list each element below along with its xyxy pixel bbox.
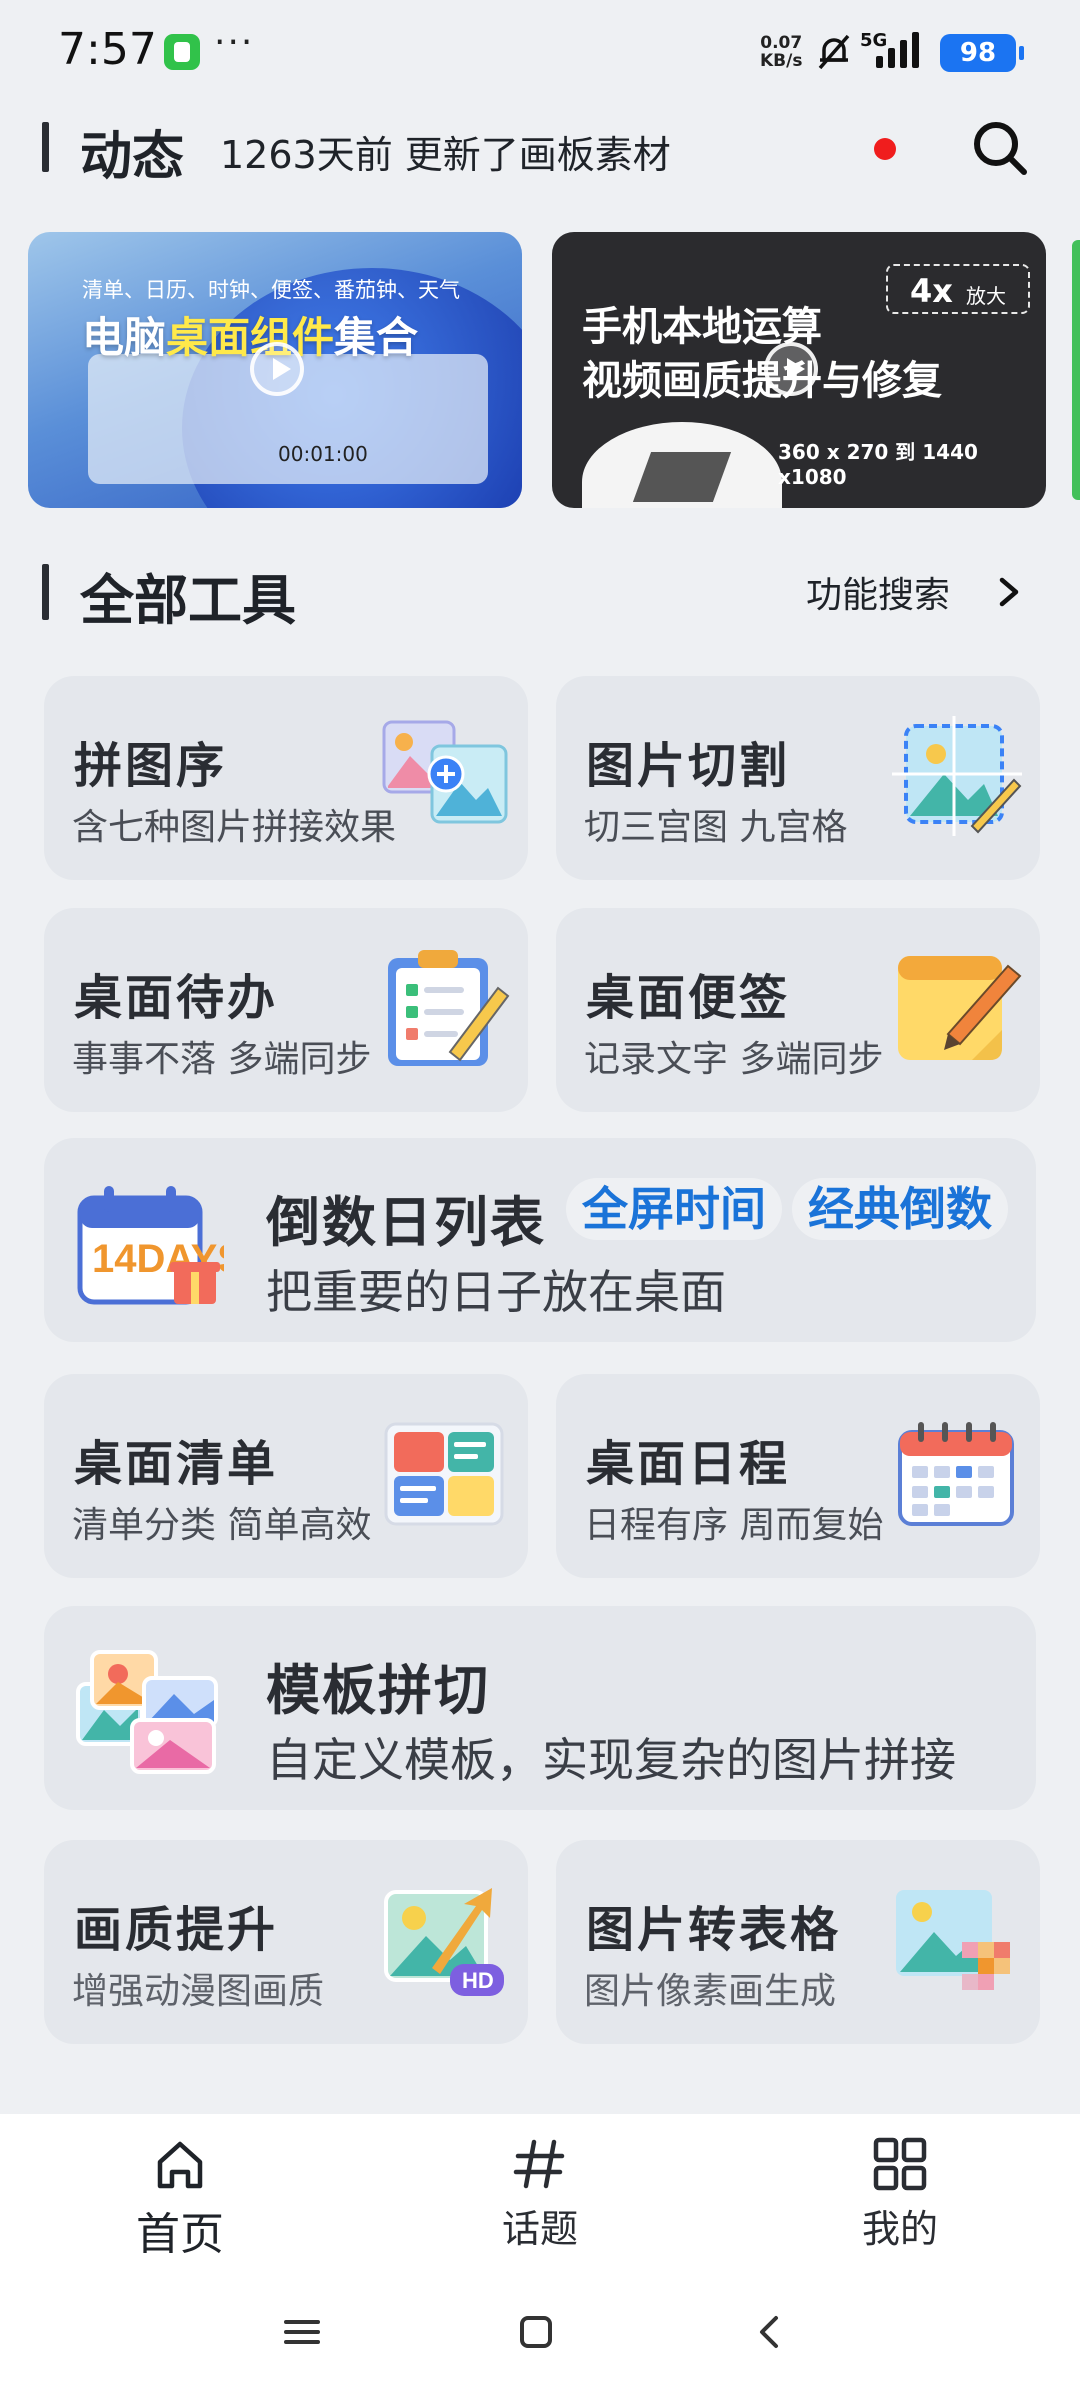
tool-card-subtitle: 记录文字 多端同步 xyxy=(584,1039,884,1080)
banner-title: 电脑桌面组件集合 xyxy=(82,304,418,365)
nav-topics-label: 话题 xyxy=(501,2207,578,2251)
zoom-badge-label: 放大 xyxy=(966,284,1006,308)
silent-bell-icon xyxy=(818,34,850,70)
nav-home-label: 首页 xyxy=(136,2209,224,2260)
zoom-badge: 4x 放大 xyxy=(886,264,1030,314)
hd-badge-text: HD xyxy=(462,1968,494,1993)
section-marker xyxy=(42,564,49,620)
tool-card-title: 桌面日程 xyxy=(586,1436,791,1492)
chevron-right-icon[interactable] xyxy=(994,572,1024,612)
nav-home[interactable]: 首页 xyxy=(80,2136,280,2266)
tool-card-title: 模板拼切 xyxy=(266,1659,490,1722)
tool-card-image-to-table[interactable]: 图片转表格 图片像素画生成 xyxy=(556,1840,1040,2044)
banner-title-highlight: 桌面组件 xyxy=(166,313,335,362)
tool-card-subtitle: 清单分类 简单高效 xyxy=(72,1505,372,1546)
tool-card-desktop-todo[interactable]: 桌面待办 事事不落 多端同步 xyxy=(44,908,528,1112)
dynamic-update-text[interactable]: 1263天前 更新了画板素材 xyxy=(220,124,671,179)
calendar-icon xyxy=(898,1422,1014,1526)
grid-icon xyxy=(873,2137,927,2191)
tool-card-subtitle: 增强动漫图画质 xyxy=(72,1971,325,2012)
home-button-icon[interactable] xyxy=(514,2310,558,2354)
bottom-navigation: 首页 话题 我的 xyxy=(0,2114,1080,2400)
tool-card-title: 桌面待办 xyxy=(74,970,279,1026)
back-icon[interactable] xyxy=(748,2310,792,2354)
home-icon xyxy=(157,2141,203,2189)
resolution-text: 360 x 270 到 1440 x1080 xyxy=(778,440,978,489)
status-time: 7:57 xyxy=(58,24,157,75)
dynamic-title: 动态 xyxy=(80,127,185,187)
tool-card-quality-enhance[interactable]: 画质提升 增强动漫图画质 HD xyxy=(44,1840,528,2044)
tool-card-desktop-checklist[interactable]: 桌面清单 清单分类 简单高效 xyxy=(44,1374,528,1578)
app-logo-graphic xyxy=(582,422,782,508)
tool-card-subtitle: 事事不落 多端同步 xyxy=(72,1039,372,1080)
zoom-badge-value: 4x xyxy=(910,272,953,310)
network-speed: 0.07 KB/s xyxy=(760,34,802,70)
tool-card-subtitle: 自定义模板，实现复杂的图片拼接 xyxy=(266,1733,956,1787)
network-speed-value: 0.07 xyxy=(760,33,803,53)
pixel-image-icon xyxy=(896,1890,1010,1990)
tool-card-subtitle: 含七种图片拼接效果 xyxy=(72,807,397,848)
tool-card-collage[interactable]: 拼图序 含七种图片拼接效果 xyxy=(44,676,528,880)
network-speed-unit: KB/s xyxy=(760,51,803,71)
chip-classic-countdown[interactable]: 经典倒数 xyxy=(792,1178,1008,1240)
tool-card-title: 桌面清单 xyxy=(74,1436,279,1492)
tool-card-title: 倒数日列表 xyxy=(266,1191,546,1254)
template-collage-icon xyxy=(76,1650,218,1774)
tool-card-desktop-schedule[interactable]: 桌面日程 日程有序 周而复始 xyxy=(556,1374,1040,1578)
tool-card-template-collage[interactable]: 模板拼切 自定义模板，实现复杂的图片拼接 xyxy=(44,1606,1036,1810)
battery-level: 98 xyxy=(940,34,1024,72)
banner-title-part2: 集合 xyxy=(334,313,419,362)
todo-clipboard-icon xyxy=(388,950,510,1066)
play-icon[interactable] xyxy=(764,342,818,396)
section-marker xyxy=(42,122,49,172)
signal-bars-icon xyxy=(876,32,919,68)
tools-section-title: 全部工具 xyxy=(80,569,296,632)
banner-video-enhance[interactable]: 手机本地运算 视频画质提升与修复 4x 放大 360 x 270 到 1440 … xyxy=(552,232,1046,508)
tool-card-title: 拼图序 xyxy=(74,738,228,794)
sticky-note-icon xyxy=(898,956,1022,1060)
hd-enhance-icon: HD xyxy=(384,1888,504,1996)
app-notification-icon xyxy=(164,34,200,70)
tool-card-subtitle: 日程有序 周而复始 xyxy=(584,1505,884,1546)
nav-topics[interactable]: 话题 xyxy=(440,2136,640,2266)
countdown-calendar-icon: 14DAYS xyxy=(77,1186,224,1305)
recent-apps-icon[interactable] xyxy=(280,2310,324,2354)
tool-card-title: 画质提升 xyxy=(74,1902,279,1958)
banner-subtitle: 清单、日历、时钟、便签、番茄钟、天气 xyxy=(82,278,460,302)
search-icon[interactable] xyxy=(970,118,1030,178)
status-bar: 7:57 ··· 0.07 KB/s 5G 98 xyxy=(0,0,1080,100)
chip-fullscreen-time[interactable]: 全屏时间 xyxy=(566,1178,782,1240)
tool-card-countdown-list[interactable]: 14DAYS 倒数日列表 把重要的日子放在桌面 全屏时间 经典倒数 xyxy=(44,1138,1036,1342)
banner-title-line2: 视频画质提升与修复 xyxy=(582,358,942,404)
banner-desktop-widgets[interactable]: 清单、日历、时钟、便签、番茄钟、天气 电脑桌面组件集合 00:01:00 xyxy=(28,232,522,508)
collage-icon xyxy=(382,720,508,824)
tool-card-title: 图片切割 xyxy=(586,738,791,794)
tool-card-subtitle: 图片像素画生成 xyxy=(584,1971,837,2012)
tool-card-subtitle: 切三宫图 九宫格 xyxy=(584,807,848,848)
tool-card-image-cut[interactable]: 图片切割 切三宫图 九宫格 xyxy=(556,676,1040,880)
function-search-link[interactable]: 功能搜索 xyxy=(806,566,950,618)
nav-mine-label: 我的 xyxy=(861,2207,938,2251)
tool-card-title: 图片转表格 xyxy=(586,1902,842,1958)
nav-mine[interactable]: 我的 xyxy=(800,2136,1000,2266)
tool-card-desktop-note[interactable]: 桌面便签 记录文字 多端同步 xyxy=(556,908,1040,1112)
play-icon[interactable] xyxy=(250,342,304,396)
next-banner-peek[interactable] xyxy=(1072,240,1080,500)
tool-card-title: 桌面便签 xyxy=(586,970,791,1026)
more-notifications-icon: ··· xyxy=(214,22,255,63)
banner-clock-text: 00:01:00 xyxy=(278,442,368,466)
banner-title-part1: 电脑 xyxy=(82,313,167,362)
hashtag-icon xyxy=(513,2139,565,2189)
notification-dot xyxy=(874,138,896,160)
checklist-icon xyxy=(384,1422,504,1526)
tool-card-subtitle: 把重要的日子放在桌面 xyxy=(266,1265,726,1319)
image-cut-icon xyxy=(892,716,1022,836)
